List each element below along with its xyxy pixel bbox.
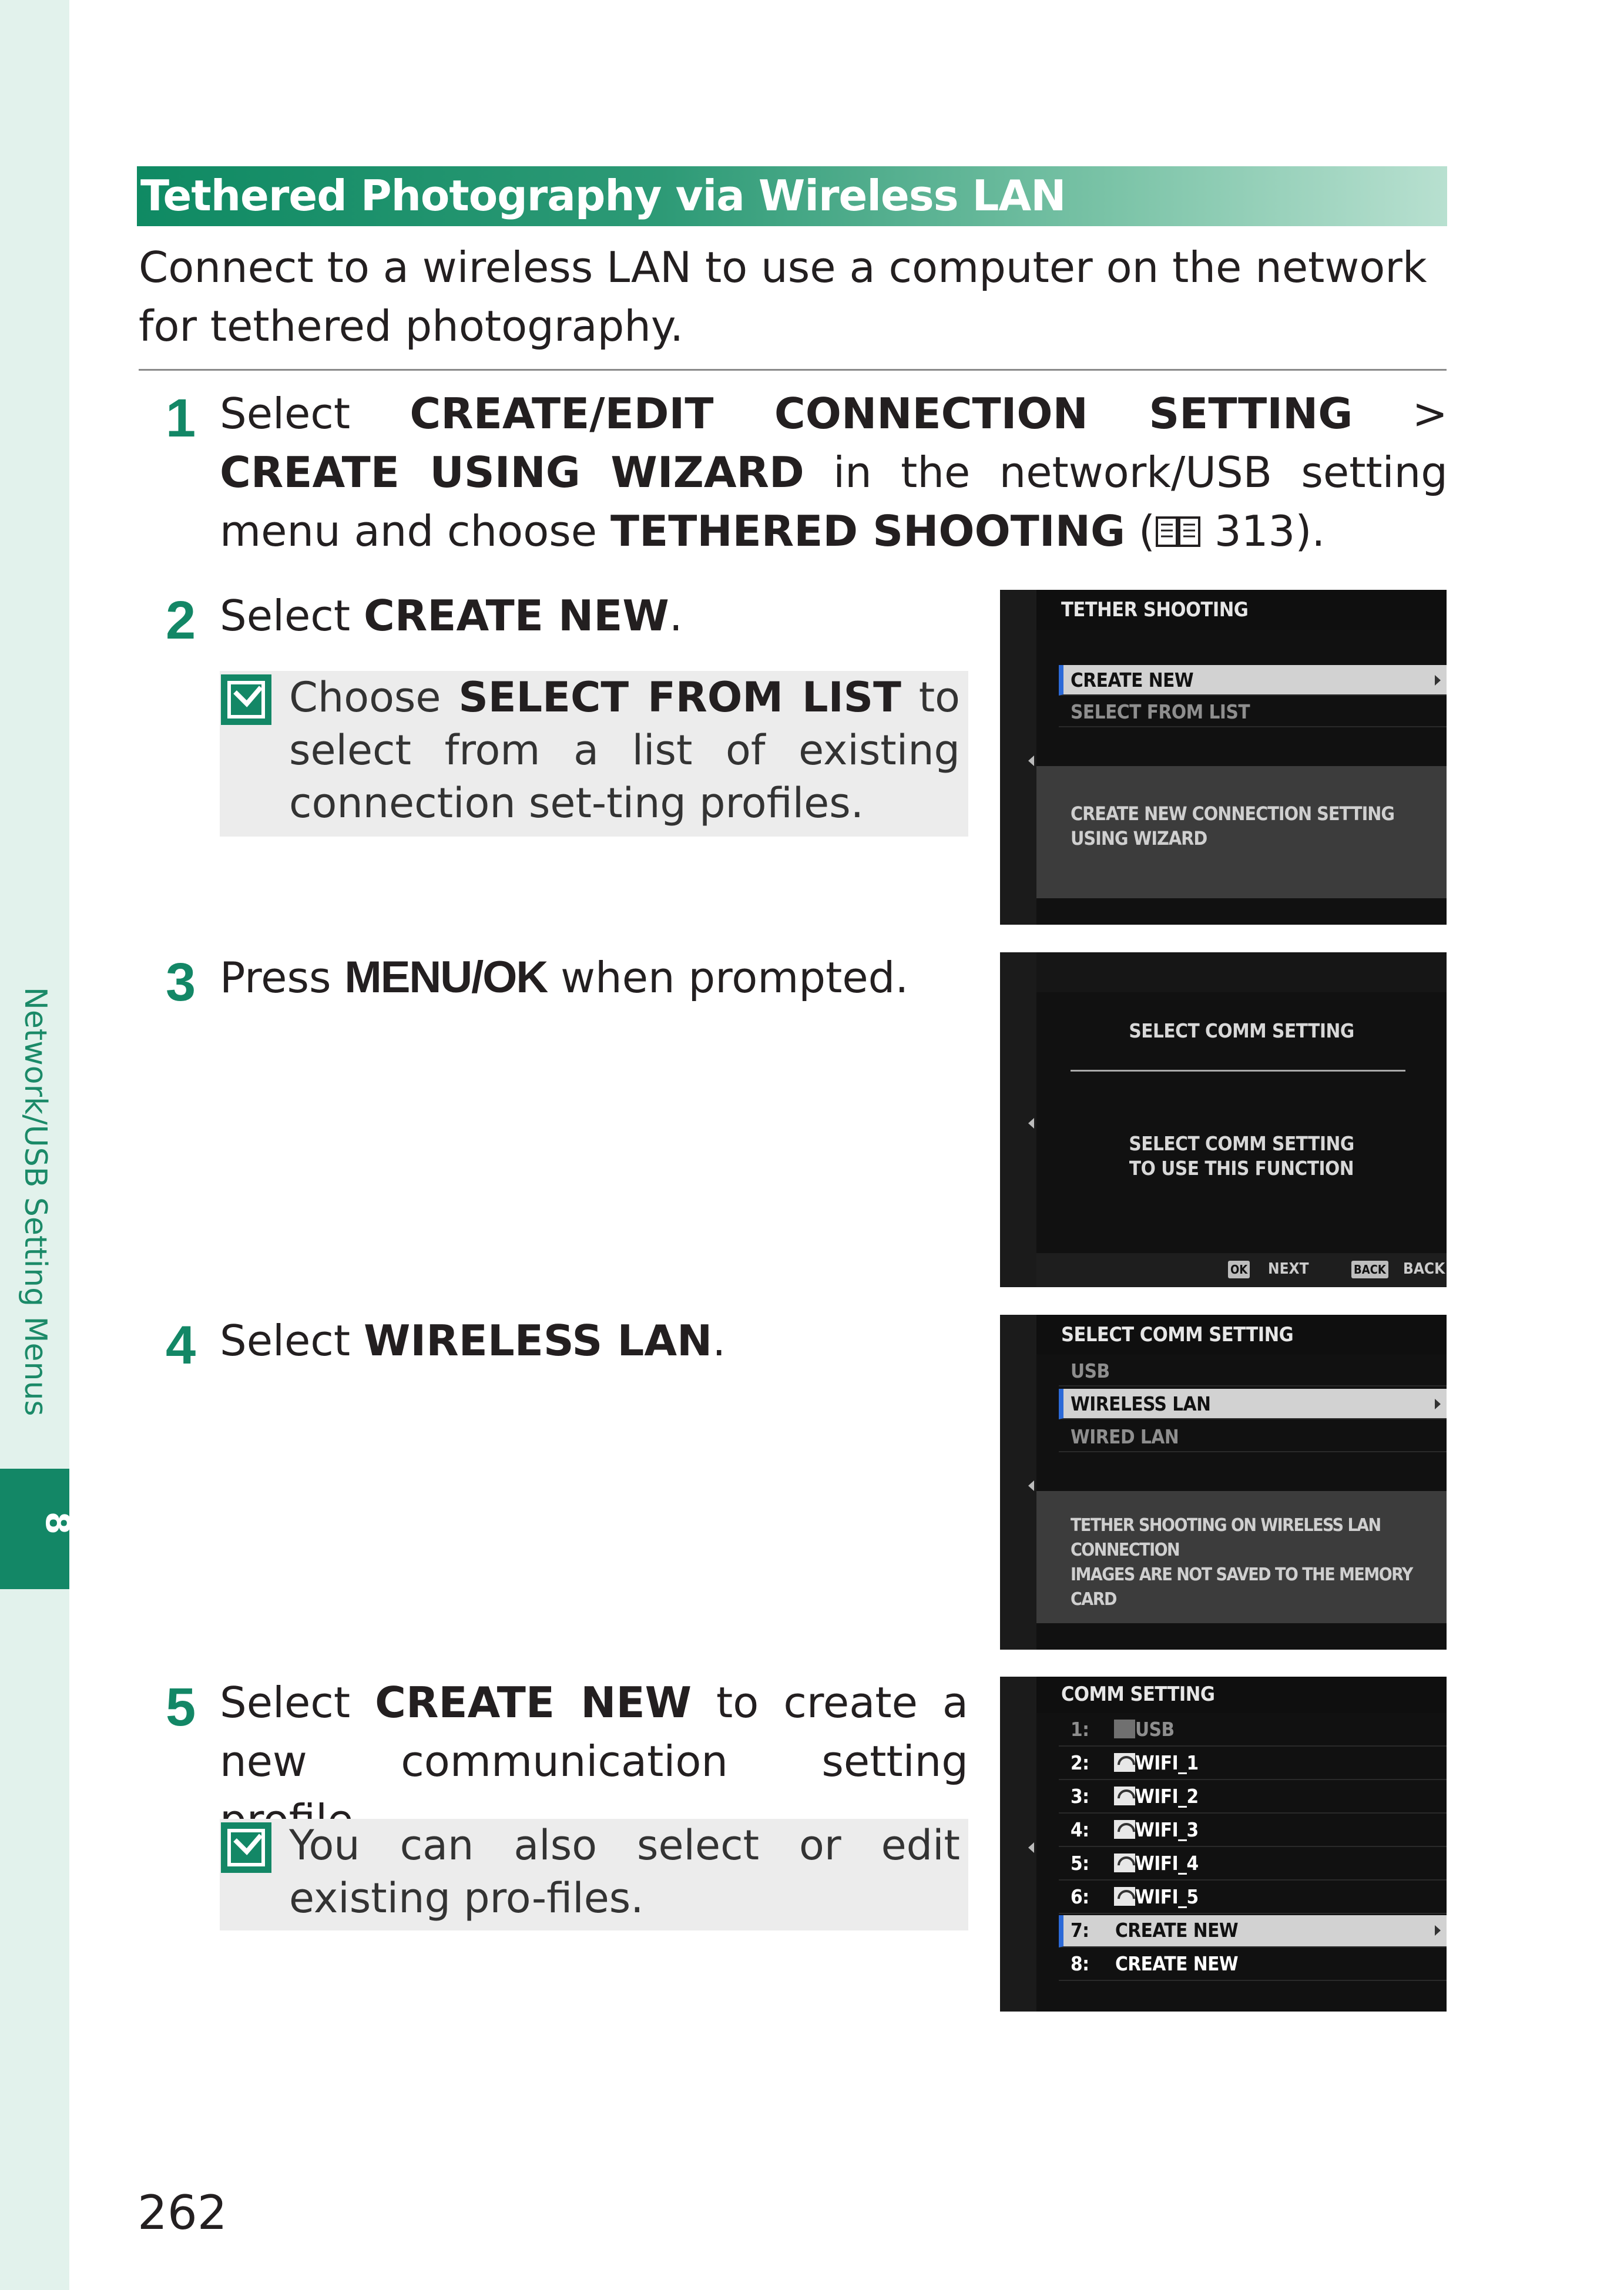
left-arrow-icon xyxy=(1028,1480,1034,1491)
wifi-icon xyxy=(1114,1752,1135,1772)
menu-item-usb[interactable]: USB xyxy=(1059,1356,1447,1386)
camera-screen-select-comm-prompt: SELECT COMM SETTING SELECT COMM SETTING … xyxy=(1000,952,1447,1287)
step-1-text: Select CREATE/EDIT CONNECTION SETTING > … xyxy=(220,389,1448,556)
step-2-number: 2 xyxy=(166,590,196,650)
back-button-icon[interactable]: BACK xyxy=(1351,1261,1388,1278)
menu-ok-key: MENU/OK xyxy=(344,952,548,1002)
profile-row-create-new-7[interactable]: 7: CREATE NEW xyxy=(1059,1915,1447,1947)
step-4-number: 4 xyxy=(166,1315,196,1375)
back-label: BACK xyxy=(1403,1260,1445,1278)
wifi-icon xyxy=(1114,1819,1135,1839)
screen-description: TETHER SHOOTING ON WIRELESS LAN CONNECTI… xyxy=(1036,1491,1447,1623)
note-text: You can also select or edit existing pro… xyxy=(289,1821,960,1922)
wifi-icon xyxy=(1114,1786,1135,1805)
camera-screen-comm-setting: COMM SETTING 1: USB 2: WIFI_1 3: WIFI_2 4: W… xyxy=(1000,1677,1447,2012)
note-box: You can also select or edit existing pro… xyxy=(220,1819,968,1930)
screen-footer: OK NEXT BACK BACK xyxy=(1036,1253,1447,1287)
profile-row-wifi-5[interactable]: 6: WIFI_5 xyxy=(1059,1882,1447,1914)
step-4-text: Select WIRELESS LAN. xyxy=(220,1316,726,1365)
screen-description: CREATE NEW CONNECTION SETTING USING WIZA… xyxy=(1036,766,1447,898)
divider xyxy=(139,369,1447,371)
screen-title: TETHER SHOOTING xyxy=(1061,598,1249,622)
wifi-icon xyxy=(1114,1853,1135,1872)
step-1-number: 1 xyxy=(166,388,196,448)
dialog-title: SELECT COMM SETTING xyxy=(1129,1019,1354,1042)
step-3-text: Press MENU/OK when prompted. xyxy=(220,952,909,1002)
screen-title: SELECT COMM SETTING xyxy=(1061,1323,1294,1347)
left-arrow-icon xyxy=(1028,1842,1034,1853)
dialog-message: SELECT COMM SETTING TO USE THIS FUNCTION xyxy=(1129,1132,1354,1180)
profile-row-wifi-4[interactable]: 5: WIFI_4 xyxy=(1059,1848,1447,1881)
chapter-number: 8 xyxy=(38,1512,76,1534)
left-arrow-icon xyxy=(1028,756,1034,766)
profile-row-wifi-2[interactable]: 3: WIFI_2 xyxy=(1059,1781,1447,1814)
left-arrow-icon xyxy=(1028,1118,1034,1129)
intro-text: Connect to a wireless LAN to use a compu… xyxy=(139,243,1427,351)
next-label: NEXT xyxy=(1268,1260,1309,1278)
screen-header xyxy=(1036,952,1447,992)
book-icon xyxy=(1156,516,1201,547)
camera-screen-select-comm-setting: SELECT COMM SETTING USB WIRELESS LAN WIR… xyxy=(1000,1315,1447,1650)
step-3-number: 3 xyxy=(166,952,196,1012)
page-number: 262 xyxy=(137,2185,227,2240)
camera-screen-tether-shooting: TETHER SHOOTING CREATE NEW SELECT FROM L… xyxy=(1000,590,1447,925)
wifi-icon xyxy=(1114,1886,1135,1906)
menu-item-wireless-lan[interactable]: WIRELESS LAN xyxy=(1059,1389,1447,1419)
dialog-divider xyxy=(1071,1070,1405,1072)
note-box: Choose SELECT FROM LIST to select from a… xyxy=(220,671,968,837)
screen-title: COMM SETTING xyxy=(1061,1683,1215,1706)
note-icon xyxy=(221,1822,271,1873)
step-5-number: 5 xyxy=(166,1677,196,1737)
menu-item-select-from-list[interactable]: SELECT FROM LIST xyxy=(1059,697,1447,727)
menu-item-wired-lan[interactable]: WIRED LAN xyxy=(1059,1422,1447,1452)
section-title: Tethered Photography via Wireless LAN xyxy=(137,166,1447,226)
profile-row-usb[interactable]: 1: USB xyxy=(1059,1714,1447,1747)
profile-row-wifi-1[interactable]: 2: WIFI_1 xyxy=(1059,1748,1447,1780)
usb-icon xyxy=(1114,1719,1135,1738)
chapter-label: Network/USB Setting Menus xyxy=(18,987,53,1416)
profile-row-wifi-3[interactable]: 4: WIFI_3 xyxy=(1059,1815,1447,1847)
note-text: Choose SELECT FROM LIST to select from a… xyxy=(289,673,960,827)
step-2-text: Select CREATE NEW. xyxy=(220,591,683,640)
chapter-number-tab: 8 xyxy=(0,1469,76,1589)
menu-item-create-new[interactable]: CREATE NEW xyxy=(1059,665,1447,696)
ok-button-icon[interactable]: OK xyxy=(1228,1261,1250,1278)
profile-row-create-new-8[interactable]: 8: CREATE NEW xyxy=(1059,1949,1447,1981)
note-icon xyxy=(221,674,271,725)
